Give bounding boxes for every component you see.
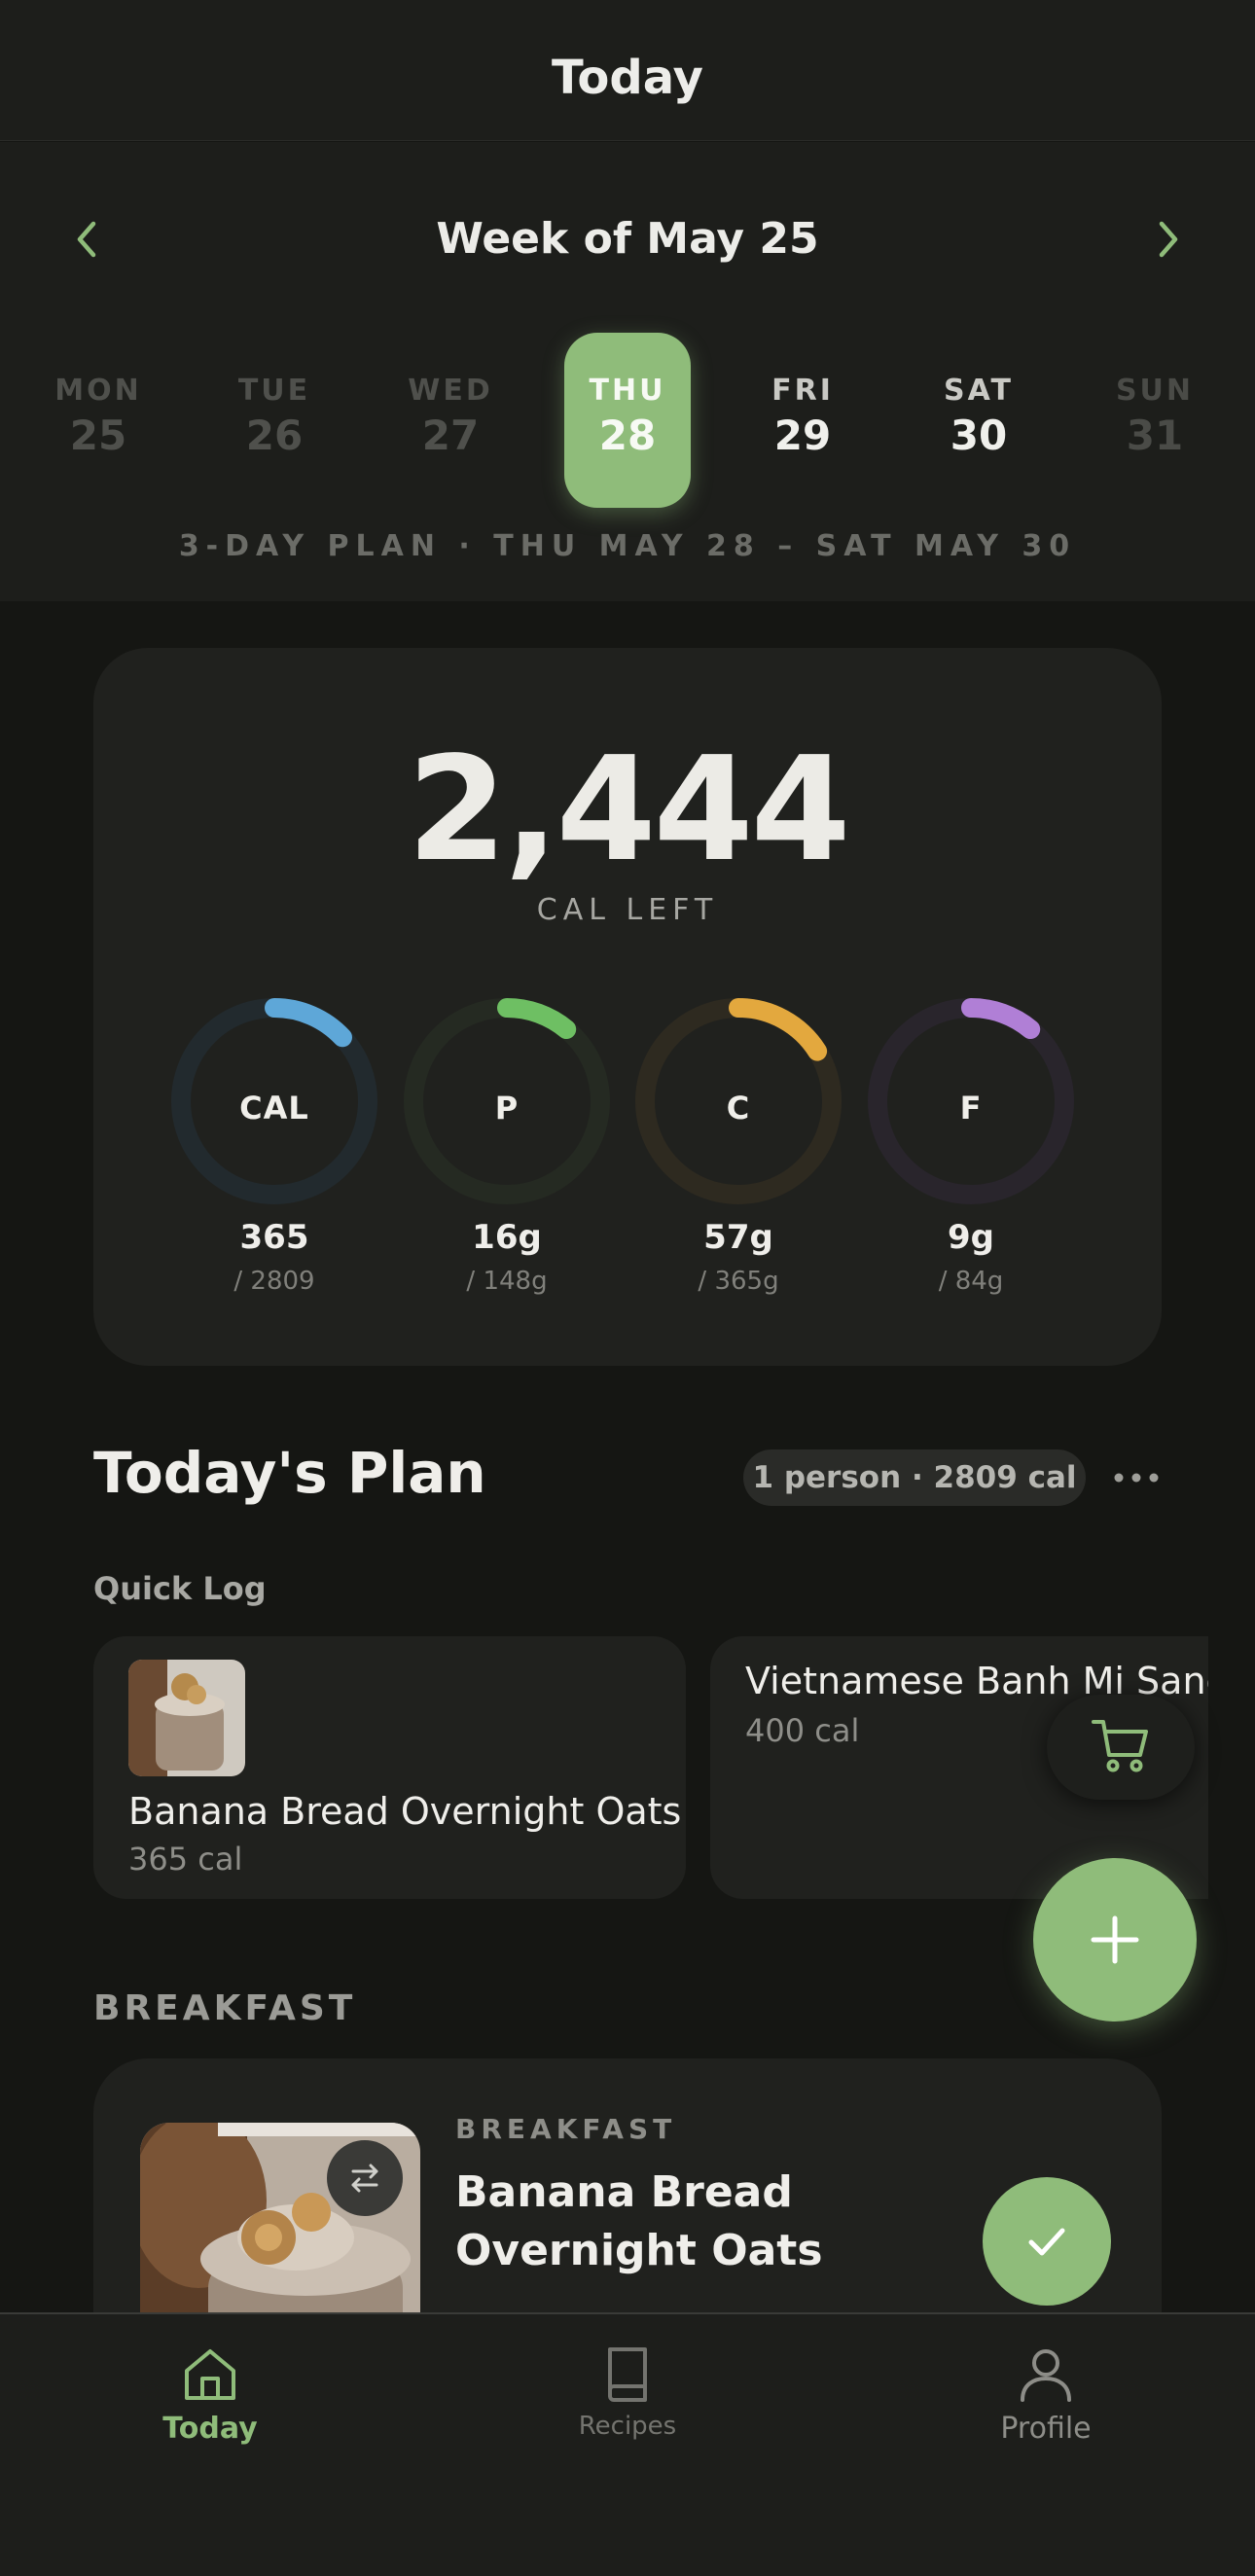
cart-icon: [1092, 1720, 1148, 1772]
add-button[interactable]: [1033, 1858, 1197, 2021]
day-sat[interactable]: SAT 30: [915, 333, 1042, 508]
ring-goal: / 148g: [466, 1267, 548, 1296]
quick-log-calories: 400 cal: [745, 1712, 860, 1749]
ring-goal: / 365g: [698, 1267, 779, 1296]
day-sun[interactable]: SUN 31: [1092, 333, 1218, 508]
day-name: SUN: [1115, 374, 1195, 408]
tab-today[interactable]: Today: [64, 2314, 356, 2489]
tab-label: Recipes: [578, 2412, 677, 2441]
chevron-right-icon[interactable]: [1138, 210, 1197, 268]
ring-value: 57g: [703, 1218, 773, 1257]
page-title: Today: [552, 51, 703, 105]
meal-name: Banana Bread Overnight Oats: [455, 2167, 823, 2275]
day-thu-selected[interactable]: THU 28: [564, 333, 691, 508]
day-number: 25: [69, 411, 127, 459]
day-tue[interactable]: TUE 26: [211, 333, 338, 508]
top-header: Today: [0, 0, 1255, 141]
week-selector: Week of May 25 MON 25 TUE 26 WED 27 THU …: [0, 142, 1255, 601]
swap-button[interactable]: [327, 2140, 403, 2216]
ring-label: C: [726, 1090, 751, 1127]
more-horizontal-icon[interactable]: [1109, 1453, 1164, 1502]
day-number: 27: [421, 411, 480, 459]
mark-eaten-button[interactable]: [983, 2177, 1111, 2306]
day-wed[interactable]: WED 27: [387, 333, 514, 508]
bottom-tab-bar: Today Recipes Profile: [0, 2312, 1255, 2576]
day-number: 26: [245, 411, 304, 459]
macro-ring-cal: CAL 365 / 2809: [158, 994, 391, 1306]
tab-label: Today: [162, 2412, 258, 2446]
meal-type-label: BREAKFAST: [455, 2113, 677, 2145]
food-thumbnail: [128, 1660, 245, 1776]
user-icon: [1021, 2349, 1071, 2402]
quick-log-label: Quick Log: [93, 1570, 267, 1607]
macro-ring-carbs: C 57g / 365g: [622, 994, 855, 1306]
tab-profile[interactable]: Profile: [900, 2314, 1192, 2489]
day-number: 29: [773, 411, 832, 459]
check-icon: [1028, 2228, 1065, 2256]
day-name: TUE: [237, 374, 311, 408]
calorie-summary-card: 2,444 CAL LEFT CAL 365 / 2809 P 16g / 14…: [93, 648, 1162, 1366]
ring-label: CAL: [239, 1090, 309, 1127]
day-fri[interactable]: FRI 29: [739, 333, 866, 508]
day-strip: MON 25 TUE 26 WED 27 THU 28 FRI 29 SAT 3…: [0, 333, 1255, 508]
calories-left-value: 2,444: [407, 726, 850, 893]
plan-range-label: 3-DAY PLAN · THU MAY 28 – SAT MAY 30: [178, 529, 1077, 563]
ring-value: 9g: [948, 1218, 994, 1257]
home-icon: [185, 2349, 235, 2400]
day-number: 28: [598, 411, 657, 459]
swap-icon: [351, 2164, 378, 2193]
day-name: FRI: [771, 374, 834, 408]
household-badge[interactable]: 1 person · 2809 cal: [743, 1449, 1086, 1506]
plus-icon: [1091, 1915, 1139, 1964]
tab-recipes[interactable]: Recipes: [482, 2314, 773, 2489]
section-label-breakfast: BREAKFAST: [93, 1988, 357, 2028]
macro-ring-fat: F 9g / 84g: [854, 994, 1088, 1306]
cart-button[interactable]: [1047, 1695, 1195, 1800]
day-name: THU: [589, 374, 666, 408]
book-icon: [608, 2347, 647, 2402]
ring-value: 16g: [472, 1218, 542, 1257]
day-name: MON: [54, 374, 142, 408]
calories-left-label: CAL LEFT: [536, 893, 719, 927]
macro-ring-protein: P 16g / 148g: [390, 994, 624, 1306]
quick-log-calories: 365 cal: [128, 1841, 243, 1878]
ring-goal: / 2809: [233, 1267, 315, 1296]
day-name: WED: [408, 374, 493, 408]
ring-goal: / 84g: [938, 1267, 1004, 1296]
day-number: 30: [950, 411, 1008, 459]
day-name: SAT: [944, 374, 1014, 408]
ring-value: 365: [239, 1218, 309, 1257]
day-mon[interactable]: MON 25: [35, 333, 161, 508]
quick-log-name: Banana Bread Overnight Oats: [128, 1790, 682, 1833]
ring-label: F: [959, 1090, 983, 1127]
section-title-todays-plan: Today's Plan: [93, 1440, 486, 1506]
ring-label: P: [494, 1090, 520, 1127]
quick-log-card[interactable]: Banana Bread Overnight Oats 365 cal: [93, 1636, 686, 1899]
tab-label: Profile: [1000, 2412, 1092, 2446]
week-title: Week of May 25: [436, 214, 819, 264]
day-number: 31: [1126, 411, 1184, 459]
